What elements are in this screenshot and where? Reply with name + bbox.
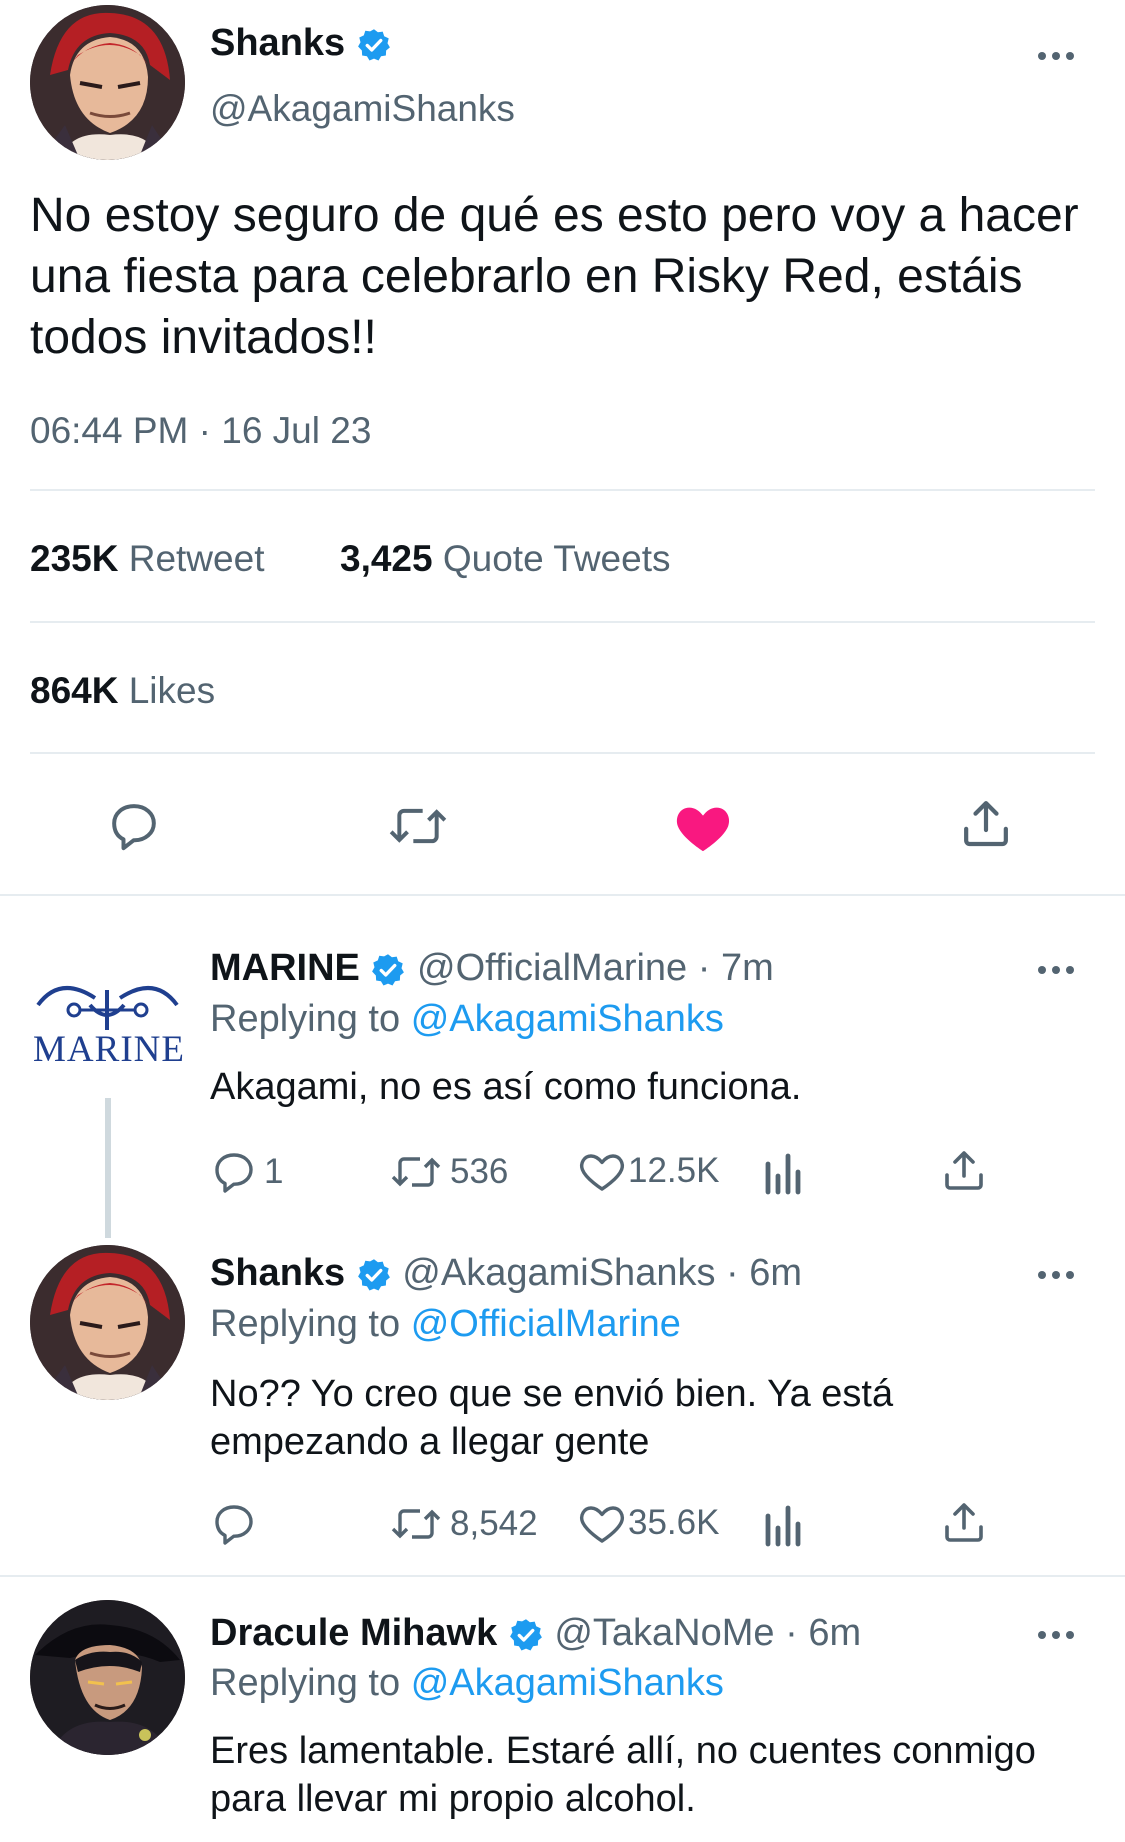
reply-author-handle[interactable]: @TakaNoMe · 6m bbox=[554, 1612, 861, 1654]
retweet-count: 235K bbox=[30, 538, 119, 579]
quote-stat[interactable]: 3,425 Quote Tweets bbox=[340, 538, 671, 580]
likes-stat[interactable]: 864K Likes bbox=[30, 670, 215, 712]
retweet-count: 8,542 bbox=[450, 1504, 538, 1543]
replying-prefix: Replying to bbox=[210, 1662, 401, 1704]
likes-count: 864K bbox=[30, 670, 119, 711]
reply-author-name[interactable]: Dracule Mihawk bbox=[210, 1612, 497, 1654]
reply-author-handle[interactable]: @OfficialMarine · 7m bbox=[417, 947, 774, 989]
verified-badge-icon bbox=[356, 1257, 392, 1293]
heart-icon bbox=[578, 1500, 626, 1546]
shanks-avatar-image bbox=[30, 5, 185, 160]
author-avatar[interactable] bbox=[30, 5, 185, 160]
replying-prefix: Replying to bbox=[210, 998, 401, 1040]
reply-header: Dracule Mihawk @TakaNoMe · 6m bbox=[210, 1610, 861, 1656]
replying-to-link[interactable]: @OfficialMarine bbox=[411, 1303, 681, 1345]
like-action[interactable]: 12.5K bbox=[578, 1148, 719, 1194]
replying-to: Replying to @AkagamiShanks bbox=[210, 1660, 724, 1706]
reply-action[interactable] bbox=[210, 1500, 264, 1548]
retweet-count: 536 bbox=[450, 1152, 509, 1191]
likes-label: Likes bbox=[128, 670, 216, 711]
reply-icon bbox=[210, 1148, 258, 1196]
retweet-icon bbox=[388, 1148, 444, 1196]
reply-author-avatar[interactable] bbox=[30, 1245, 185, 1400]
heart-icon bbox=[578, 1148, 626, 1194]
divider bbox=[0, 894, 1125, 896]
replying-to: Replying to @OfficialMarine bbox=[210, 1301, 681, 1347]
reply-author-name[interactable]: MARINE bbox=[210, 947, 360, 989]
reply-header: MARINE @OfficialMarine · 7m bbox=[210, 945, 774, 991]
author-name[interactable]: Shanks bbox=[210, 22, 345, 64]
thread-line bbox=[105, 1098, 111, 1238]
analytics-icon[interactable] bbox=[760, 1500, 804, 1548]
analytics-icon[interactable] bbox=[760, 1148, 804, 1196]
retweet-icon bbox=[388, 1500, 444, 1548]
reply-icon bbox=[210, 1500, 258, 1548]
replying-to-link[interactable]: @AkagamiShanks bbox=[411, 998, 724, 1040]
replying-prefix: Replying to bbox=[210, 1303, 401, 1345]
reply-text: No?? Yo creo que se envió bien. Ya está … bbox=[210, 1373, 894, 1463]
reply-author-name[interactable]: Shanks bbox=[210, 1252, 345, 1294]
retweet-stat[interactable]: 235K Retweet bbox=[30, 538, 264, 580]
quote-label: Quote Tweets bbox=[442, 538, 671, 579]
share-icon[interactable] bbox=[958, 795, 1014, 851]
author-handle[interactable]: @AkagamiShanks bbox=[210, 88, 515, 130]
tweet-timestamp[interactable]: 06:44 PM · 16 Jul 23 bbox=[30, 410, 371, 452]
more-options-icon[interactable] bbox=[1038, 1627, 1078, 1641]
marine-logo-text: MARINE bbox=[33, 1029, 185, 1070]
heart-filled-icon[interactable] bbox=[674, 800, 732, 854]
retweet-label: Retweet bbox=[128, 538, 265, 579]
marine-avatar[interactable]: MARINE bbox=[30, 970, 185, 1070]
divider bbox=[30, 752, 1095, 754]
divider bbox=[30, 621, 1095, 623]
more-options-icon[interactable] bbox=[1038, 962, 1078, 976]
share-icon[interactable] bbox=[940, 1498, 988, 1546]
more-options-icon[interactable] bbox=[1038, 1267, 1078, 1281]
reply-author-avatar[interactable] bbox=[30, 1600, 185, 1755]
like-action[interactable]: 35.6K bbox=[578, 1500, 719, 1546]
retweet-icon[interactable] bbox=[386, 798, 450, 854]
retweet-action[interactable]: 8,542 bbox=[388, 1500, 538, 1548]
like-count: 35.6K bbox=[628, 1503, 720, 1542]
divider bbox=[0, 1575, 1125, 1577]
author-name-row: Shanks bbox=[210, 20, 392, 66]
reply-author-handle[interactable]: @AkagamiShanks · 6m bbox=[402, 1252, 802, 1294]
retweet-action[interactable]: 536 bbox=[388, 1148, 508, 1196]
like-count: 12.5K bbox=[628, 1151, 720, 1190]
quote-count: 3,425 bbox=[340, 538, 433, 579]
verified-badge-icon bbox=[356, 27, 392, 63]
divider bbox=[30, 489, 1095, 491]
reply-text: Akagami, no es así como funciona. bbox=[210, 1066, 802, 1108]
verified-badge-icon bbox=[370, 952, 406, 988]
mihawk-avatar-image bbox=[30, 1600, 185, 1755]
replying-to: Replying to @AkagamiShanks bbox=[210, 996, 724, 1042]
reply-count: 1 bbox=[264, 1152, 284, 1191]
reply-action[interactable]: 1 bbox=[210, 1148, 283, 1196]
verified-badge-icon bbox=[508, 1617, 544, 1653]
reply-header: Shanks @AkagamiShanks · 6m bbox=[210, 1250, 802, 1296]
tweet-text: No estoy seguro de qué es esto pero voy … bbox=[30, 189, 1079, 364]
share-icon[interactable] bbox=[940, 1146, 988, 1194]
reply-text: Eres lamentable. Estaré allí, no cuentes… bbox=[210, 1730, 1036, 1820]
shanks-avatar-image bbox=[30, 1245, 185, 1400]
replying-to-link[interactable]: @AkagamiShanks bbox=[411, 1662, 724, 1704]
reply-icon[interactable] bbox=[106, 798, 162, 854]
more-options-icon[interactable] bbox=[1038, 48, 1078, 62]
